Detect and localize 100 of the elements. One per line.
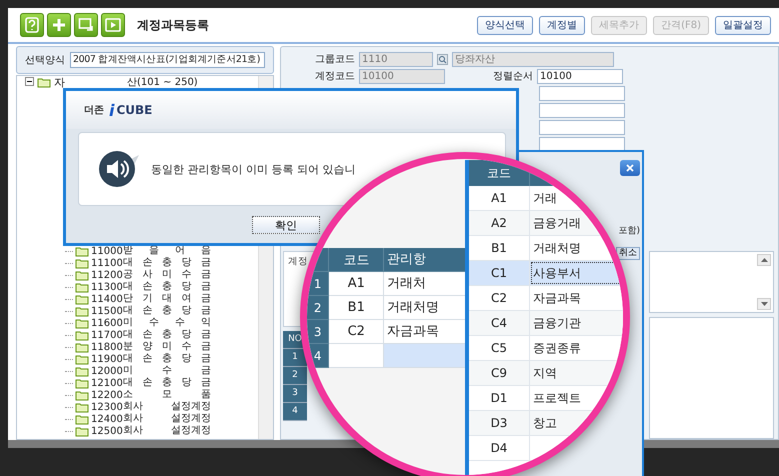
search-icon[interactable] xyxy=(437,54,448,64)
tree-item-code[interactable]: 11700 xyxy=(91,330,121,340)
column-header: 코드 xyxy=(469,160,530,186)
scroll-down-icon[interactable] xyxy=(757,298,771,310)
message-text: 동일한 관리항목이 이미 등록 되어 있습니 xyxy=(151,162,356,176)
folder-icon xyxy=(75,318,89,328)
ok-button[interactable]: 확인 xyxy=(252,216,320,234)
tree-item-code[interactable]: 자 xyxy=(54,76,124,90)
tree-item-label[interactable]: 회사 설정계정 xyxy=(123,401,211,413)
folder-icon xyxy=(75,354,89,364)
row-number: 4 xyxy=(307,344,330,368)
input-field[interactable] xyxy=(539,120,625,134)
item-label: 계정 xyxy=(288,256,308,267)
list-cell[interactable]: 창고 xyxy=(530,411,623,435)
tree-item-code[interactable]: 12200 xyxy=(91,390,121,400)
tree-item-code[interactable]: 12000 xyxy=(91,366,121,376)
list-cell[interactable]: D4 xyxy=(469,436,530,460)
group-name-field[interactable]: 당좌자산 xyxy=(452,52,614,66)
input-field[interactable] xyxy=(539,102,625,118)
list-cell[interactable]: 증권종류 xyxy=(530,336,623,360)
list-cell[interactable]: 사용부서 xyxy=(530,261,623,285)
toolbar-button[interactable]: 일괄설정 xyxy=(715,16,771,34)
list-cell[interactable]: A1 xyxy=(469,186,530,210)
tree-item-label[interactable]: 분 양 미 수 금 xyxy=(123,341,211,353)
tree-item-label[interactable]: 대 손 충 당 금 xyxy=(123,305,211,317)
folder-icon xyxy=(75,330,89,340)
list-cell[interactable]: 거래 xyxy=(530,186,623,210)
tree-item-code[interactable]: 11200 xyxy=(91,270,121,280)
list-cell[interactable]: A2 xyxy=(469,211,530,235)
tree-item-label[interactable]: 회사 설정계정 xyxy=(123,425,211,437)
folder-icon xyxy=(75,306,89,316)
tree-item-label[interactable]: 회사 설정계정 xyxy=(123,413,211,425)
list-cell[interactable]: C2 xyxy=(469,286,530,310)
field-label: 계정코드 xyxy=(314,70,355,83)
tree-item-code[interactable]: 11000 xyxy=(91,246,121,256)
tree-item-label[interactable]: 대 손 충 당 금 xyxy=(123,281,211,293)
memo-field[interactable] xyxy=(649,251,774,313)
row-number: 4 xyxy=(283,403,307,421)
tree-item-label[interactable]: 소 모 품 xyxy=(123,389,211,401)
form-selector-field[interactable]: 2007 합계잔액시산표(기업회계기준서21호) xyxy=(70,52,265,68)
window-arrow-icon xyxy=(78,17,94,33)
input-field[interactable] xyxy=(539,86,625,100)
play-button[interactable] xyxy=(101,13,125,37)
tree-item-label[interactable]: 미 수 금 xyxy=(123,365,211,377)
tree-item-label[interactable]: 미 수 수 익 xyxy=(123,317,211,329)
tree-item-code[interactable]: 12300 xyxy=(91,402,121,412)
tree-item-code[interactable]: 12100 xyxy=(91,378,121,388)
list-cell[interactable]: 프로젝트 xyxy=(530,386,623,410)
list-cell[interactable]: B1 xyxy=(469,236,530,260)
folder-icon xyxy=(75,270,89,280)
logo-text: CUBE xyxy=(116,103,152,117)
tree-item-code[interactable]: 11600 xyxy=(91,318,121,328)
tree-item-label[interactable]: 대 손 충 당 금 xyxy=(123,257,211,269)
tree-item-label[interactable]: 대 손 충 당 금 xyxy=(123,377,211,389)
folder-icon xyxy=(75,402,89,412)
scroll-up-icon[interactable] xyxy=(757,254,771,266)
tree-item-code[interactable]: 11900 xyxy=(91,354,121,364)
folder-icon xyxy=(75,294,89,304)
list-cell[interactable]: 자금과목 xyxy=(530,286,623,310)
folder-icon xyxy=(75,378,89,388)
tree-item-code[interactable]: 11500 xyxy=(91,306,121,316)
toolbar-button[interactable]: 계정별 xyxy=(539,16,586,34)
input-field[interactable] xyxy=(539,136,625,152)
close-button[interactable] xyxy=(620,160,640,176)
field-label: 정렬순서 xyxy=(492,70,533,83)
list-cell[interactable]: D1 xyxy=(469,386,530,410)
tree-item-code[interactable]: 12400 xyxy=(91,414,121,424)
tree-item-label[interactable]: 대 손 충 당 금 xyxy=(123,353,211,365)
logo-text: 더존 xyxy=(84,104,104,117)
tree-item-label[interactable]: 대 손 충 당 금 xyxy=(123,329,211,341)
column-header: 코드 xyxy=(329,248,384,272)
help-button[interactable] xyxy=(20,13,44,37)
sort-order-field[interactable]: 10100 xyxy=(537,68,623,84)
list-cell[interactable]: 지역 xyxy=(530,361,623,385)
list-cell[interactable]: D3 xyxy=(469,411,530,435)
toolbar-button[interactable]: 양식선택 xyxy=(477,16,534,34)
tree-item-label[interactable]: 공 사 미 수 금 xyxy=(123,269,211,281)
cancel-button[interactable]: 취소 xyxy=(616,247,640,260)
tree-item-label[interactable]: 단 기 대 여 금 xyxy=(123,293,211,305)
list-cell[interactable]: C4 xyxy=(469,311,530,335)
form-selector-label: 선택양식 xyxy=(25,54,65,67)
tree-item-code[interactable]: 11300 xyxy=(91,282,121,292)
tree-item-code[interactable]: 12500 xyxy=(91,426,121,436)
list-cell[interactable]: 금융기관 xyxy=(530,311,623,335)
tree-item-label[interactable]: 받 을 어 음 xyxy=(123,245,211,257)
table-cell: B1 xyxy=(329,296,384,320)
tree-item-label[interactable]: 산(101 ~ 250) xyxy=(127,76,198,89)
tree-item-code[interactable]: 11400 xyxy=(91,294,121,304)
table-cell: A1 xyxy=(329,272,384,296)
collapse-icon[interactable] xyxy=(25,76,34,88)
folder-icon xyxy=(75,342,89,352)
tree-item-code[interactable]: 11100 xyxy=(91,258,121,268)
add-button[interactable] xyxy=(47,13,71,37)
list-cell[interactable]: C5 xyxy=(469,336,530,360)
refresh-button[interactable] xyxy=(74,13,98,37)
list-cell[interactable]: C1 xyxy=(469,261,530,285)
list-cell[interactable]: C9 xyxy=(469,361,530,385)
row-number: 3 xyxy=(283,385,307,403)
tree-item-code[interactable]: 11800 xyxy=(91,342,121,352)
folder-icon xyxy=(75,426,89,436)
